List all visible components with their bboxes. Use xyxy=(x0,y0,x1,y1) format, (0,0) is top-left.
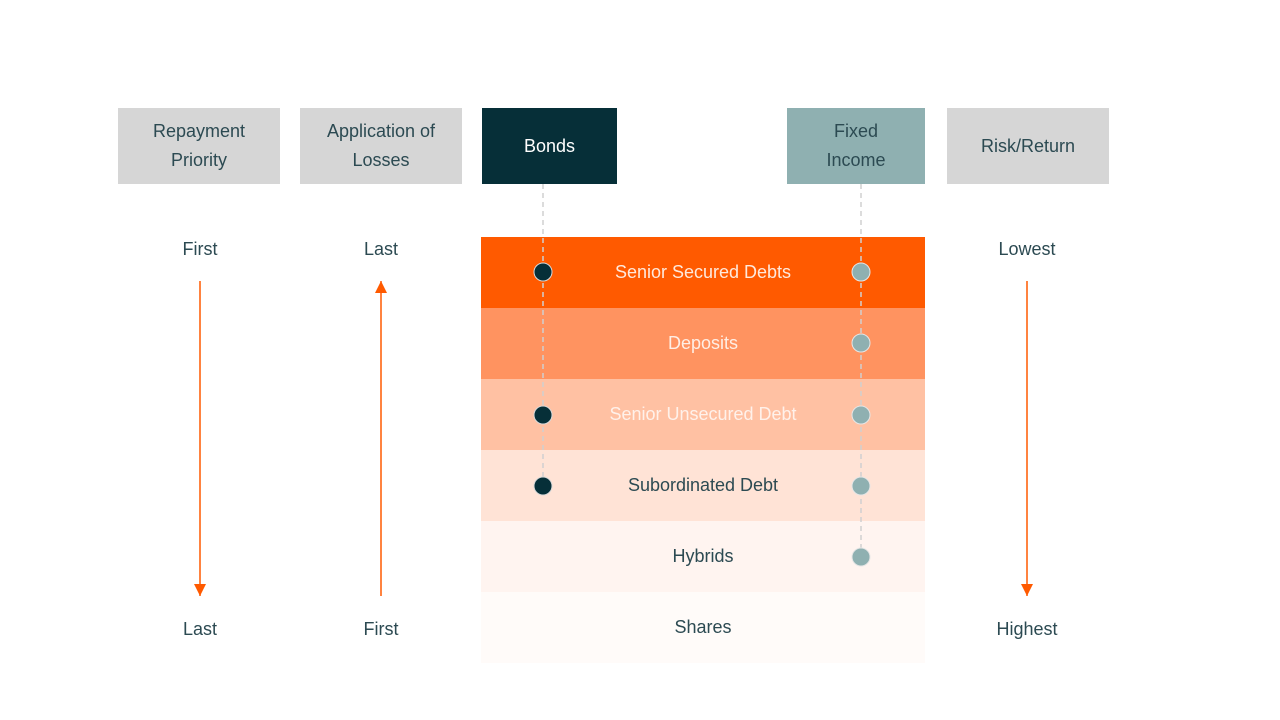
bonds-dot xyxy=(533,405,553,425)
bonds-dot xyxy=(533,476,553,496)
application-of-losses-arrow-head-icon xyxy=(375,281,387,293)
fixed-income-dot xyxy=(851,405,871,425)
risk-return-arrow-head-icon xyxy=(1021,584,1033,596)
diagram-overlay xyxy=(194,184,1033,596)
fixed-income-dot xyxy=(851,476,871,496)
bonds-dot xyxy=(533,262,553,282)
fixed-income-dot xyxy=(851,333,871,353)
fixed-income-dot xyxy=(851,262,871,282)
repayment-priority-arrow-head-icon xyxy=(194,584,206,596)
fixed-income-dot xyxy=(851,547,871,567)
